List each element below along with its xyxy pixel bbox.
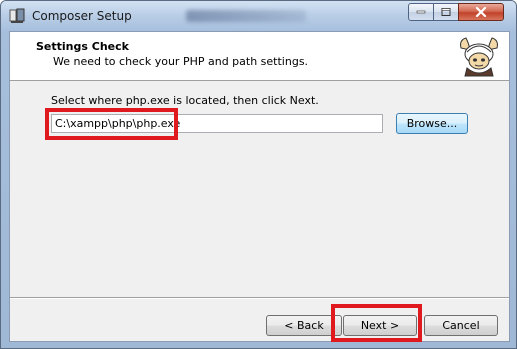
background-window-blur <box>186 10 306 22</box>
php-location-instruction: Select where php.exe is located, then cl… <box>51 94 319 107</box>
maximize-button[interactable] <box>433 3 459 21</box>
close-button[interactable] <box>458 3 504 21</box>
maximize-icon <box>441 8 451 16</box>
composer-setup-window: Composer Setup Settings Check We need to… <box>0 0 517 349</box>
footer-separator <box>10 297 509 299</box>
close-icon <box>475 7 487 17</box>
wizard-client-area: Settings Check We need to check your PHP… <box>9 31 510 342</box>
composer-setup-icon <box>9 8 25 24</box>
page-title: Settings Check <box>36 40 129 53</box>
browse-button[interactable]: Browse... <box>396 113 468 134</box>
title-bar[interactable]: Composer Setup <box>1 1 516 31</box>
window-title: Composer Setup <box>32 9 132 23</box>
composer-logo <box>457 34 501 78</box>
page-subtitle: We need to check your PHP and path setti… <box>53 55 309 68</box>
wizard-header: Settings Check We need to check your PHP… <box>10 32 509 81</box>
minimize-button[interactable] <box>408 3 434 21</box>
next-button-highlight <box>331 304 422 342</box>
php-path-highlight <box>45 108 178 140</box>
minimize-icon <box>416 10 426 14</box>
cancel-button[interactable]: Cancel <box>424 315 498 336</box>
